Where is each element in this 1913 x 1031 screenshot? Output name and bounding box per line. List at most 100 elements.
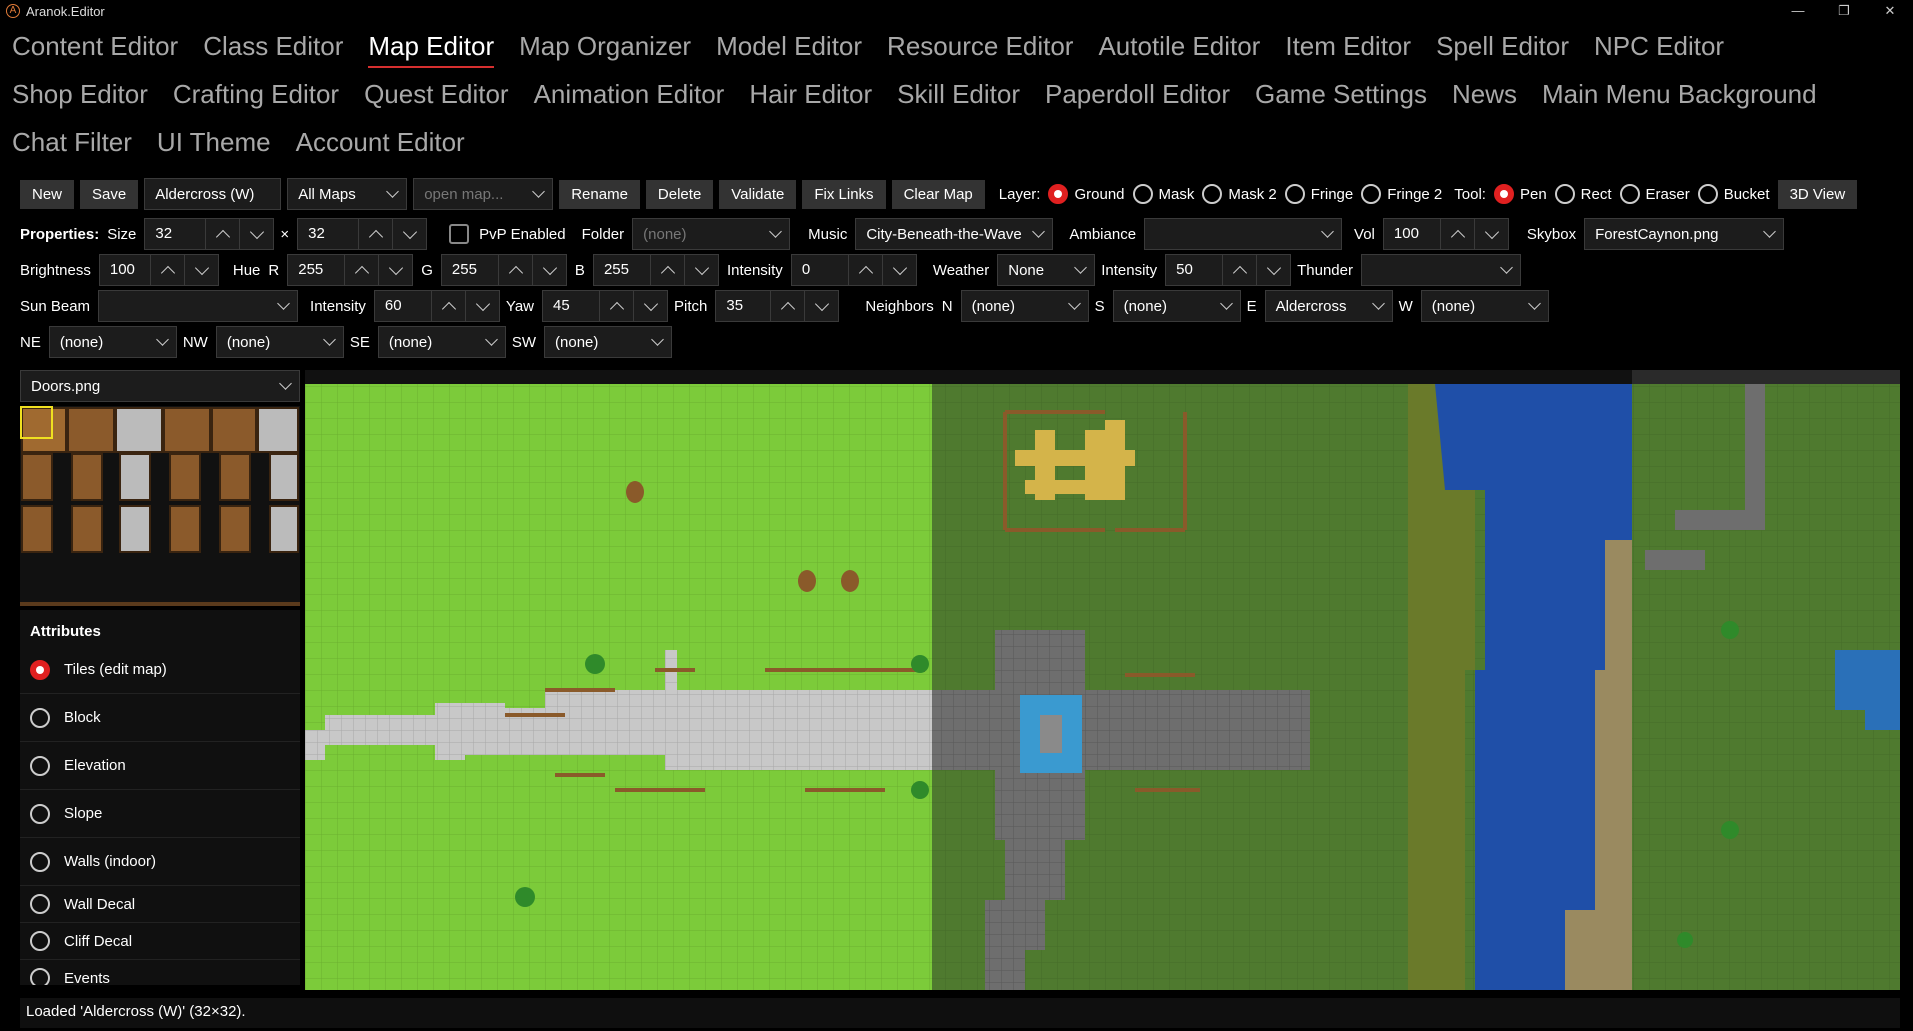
brightness-stepper[interactable]: 100 [98, 254, 219, 286]
b-value[interactable]: 255 [592, 254, 651, 286]
chevron-down-icon[interactable] [184, 254, 219, 286]
tileset-dropdown[interactable]: Doors.png [20, 370, 300, 402]
tab-map-editor[interactable]: Map Editor [368, 26, 494, 74]
maximize-icon[interactable]: ❐ [1821, 3, 1867, 19]
rename-button[interactable]: Rename [559, 179, 640, 209]
tab-npc-editor[interactable]: NPC Editor [1594, 26, 1724, 74]
g-stepper[interactable]: 255 [440, 254, 567, 286]
map-name-field[interactable]: Aldercross (W) [144, 178, 282, 210]
tab-paperdoll-editor[interactable]: Paperdoll Editor [1045, 74, 1230, 122]
validate-button[interactable]: Validate [719, 179, 797, 209]
doors-tileset-image[interactable] [20, 406, 300, 602]
chevron-up-icon[interactable] [498, 254, 533, 286]
intensity-value[interactable]: 0 [790, 254, 849, 286]
chevron-down-icon[interactable] [805, 290, 840, 322]
chevron-up-icon[interactable] [345, 254, 380, 286]
tileset-palette[interactable] [20, 406, 300, 606]
neighbor-ne-dropdown[interactable]: (none) [48, 326, 177, 358]
brightness-value[interactable]: 100 [98, 254, 151, 286]
thunder-dropdown[interactable] [1360, 254, 1521, 286]
size-height-stepper[interactable]: 32 [297, 218, 428, 250]
tab-animation-editor[interactable]: Animation Editor [534, 74, 725, 122]
chevron-down-icon[interactable] [240, 218, 275, 250]
tab-ui-theme[interactable]: UI Theme [157, 122, 271, 170]
close-icon[interactable]: ✕ [1867, 3, 1913, 19]
weather-dropdown[interactable]: None [997, 254, 1096, 286]
chevron-up-icon[interactable] [771, 290, 806, 322]
clear-map-button[interactable]: Clear Map [891, 179, 985, 209]
tool-radio-pen[interactable] [1493, 184, 1514, 204]
map-canvas[interactable] [305, 370, 1900, 990]
size-width-stepper[interactable]: 32 [144, 218, 275, 250]
attribute-item[interactable]: Wall Decal [20, 886, 300, 923]
neighbor-s-dropdown[interactable]: (none) [1112, 290, 1241, 322]
tab-skill-editor[interactable]: Skill Editor [897, 74, 1020, 122]
tab-spell-editor[interactable]: Spell Editor [1436, 26, 1569, 74]
save-button[interactable]: Save [80, 179, 139, 209]
neighbor-w-dropdown[interactable]: (none) [1420, 290, 1549, 322]
tab-model-editor[interactable]: Model Editor [716, 26, 862, 74]
map-filter-dropdown[interactable]: All Maps [287, 178, 408, 210]
sunbeam-dropdown[interactable] [98, 290, 299, 322]
tab-class-editor[interactable]: Class Editor [203, 26, 343, 74]
attribute-radio[interactable] [30, 894, 50, 914]
attribute-item[interactable]: Events [20, 960, 300, 985]
r-value[interactable]: 255 [287, 254, 346, 286]
intensity-stepper[interactable]: 0 [790, 254, 917, 286]
tab-autotile-editor[interactable]: Autotile Editor [1098, 26, 1260, 74]
tab-quest-editor[interactable]: Quest Editor [364, 74, 509, 122]
neighbor-se-dropdown[interactable]: (none) [377, 326, 506, 358]
vol-stepper[interactable]: 100 [1382, 218, 1509, 250]
layer-radio-ground[interactable] [1048, 184, 1069, 204]
size-width-value[interactable]: 32 [144, 218, 207, 250]
layer-radio-fringe[interactable] [1284, 184, 1305, 204]
minimize-icon[interactable]: — [1775, 3, 1821, 19]
3d-view-button[interactable]: 3D View [1777, 179, 1858, 209]
weather-intensity-stepper[interactable]: 50 [1165, 254, 1292, 286]
tab-game-settings[interactable]: Game Settings [1255, 74, 1427, 122]
tab-hair-editor[interactable]: Hair Editor [749, 74, 872, 122]
chevron-up-icon[interactable] [1440, 218, 1475, 250]
attribute-radio[interactable] [30, 803, 50, 824]
tab-map-organizer[interactable]: Map Organizer [519, 26, 691, 74]
open-map-dropdown[interactable]: open map... [413, 178, 554, 210]
sun-intensity-stepper[interactable]: 60 [373, 290, 500, 322]
r-stepper[interactable]: 255 [287, 254, 414, 286]
attribute-radio[interactable] [30, 755, 50, 776]
pvp-checkbox[interactable] [449, 224, 470, 244]
tool-radio-bucket[interactable] [1697, 184, 1718, 204]
pitch-stepper[interactable]: 35 [715, 290, 840, 322]
chevron-up-icon[interactable] [431, 290, 466, 322]
attribute-item[interactable]: Walls (indoor) [20, 838, 300, 886]
tab-content-editor[interactable]: Content Editor [12, 26, 178, 74]
tab-chat-filter[interactable]: Chat Filter [12, 122, 132, 170]
attribute-radio[interactable] [30, 931, 50, 951]
layer-radio-mask[interactable] [1132, 184, 1153, 204]
attribute-item[interactable]: Slope [20, 790, 300, 838]
chevron-down-icon[interactable] [882, 254, 917, 286]
chevron-up-icon[interactable] [600, 290, 634, 322]
attribute-radio[interactable] [30, 707, 50, 728]
chevron-up-icon[interactable] [848, 254, 883, 286]
chevron-down-icon[interactable] [634, 290, 668, 322]
attribute-radio[interactable] [30, 968, 50, 985]
attribute-item[interactable]: Cliff Decal [20, 923, 300, 960]
sun-intensity-value[interactable]: 60 [373, 290, 432, 322]
pitch-value[interactable]: 35 [715, 290, 772, 322]
folder-dropdown[interactable]: (none) [632, 218, 791, 250]
tab-crafting-editor[interactable]: Crafting Editor [173, 74, 339, 122]
attribute-radio[interactable] [30, 851, 50, 872]
tab-shop-editor[interactable]: Shop Editor [12, 74, 148, 122]
size-height-value[interactable]: 32 [297, 218, 360, 250]
vol-value[interactable]: 100 [1382, 218, 1441, 250]
attribute-radio[interactable] [30, 659, 50, 680]
yaw-value[interactable]: 45 [542, 290, 600, 322]
delete-button[interactable]: Delete [645, 179, 714, 209]
neighbor-e-dropdown[interactable]: Aldercross [1264, 290, 1393, 322]
chevron-up-icon[interactable] [359, 218, 394, 250]
chevron-down-icon[interactable] [465, 290, 500, 322]
tab-main-menu-background[interactable]: Main Menu Background [1542, 74, 1817, 122]
attribute-item[interactable]: Tiles (edit map) [20, 646, 300, 694]
fix-links-button[interactable]: Fix Links [802, 179, 886, 209]
tab-item-editor[interactable]: Item Editor [1285, 26, 1411, 74]
